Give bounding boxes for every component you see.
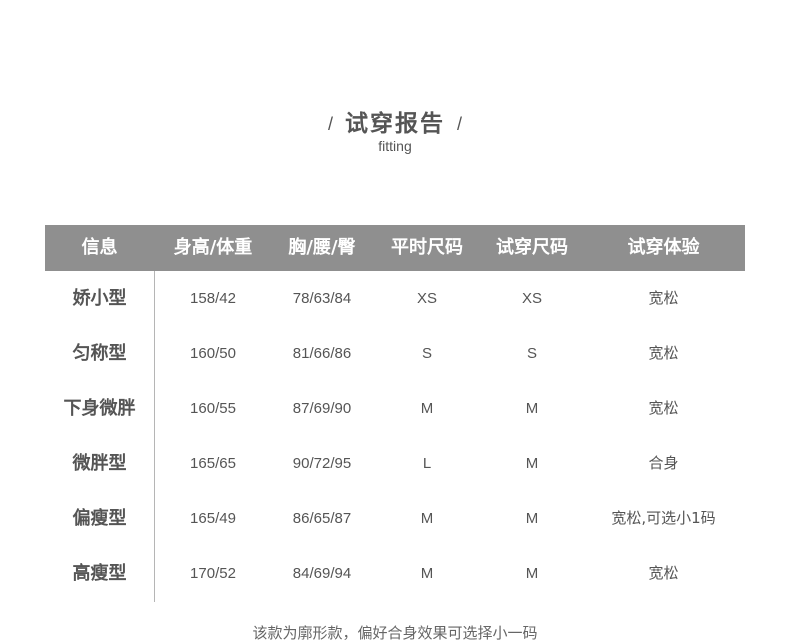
height-weight: 165/49 [190,510,236,527]
height-weight: 160/50 [190,345,236,362]
height-weight: 170/52 [190,565,236,582]
height-weight: 158/42 [190,290,236,307]
header-experience: 试穿体验 [627,237,700,258]
tried-size: M [525,400,539,417]
title-row: / 试穿报告 / [0,104,790,138]
tried-size: M [525,565,539,582]
tried-size: S [526,345,537,362]
fit-experience: 宽松,可选小1码 [611,509,716,527]
height-weight: 160/55 [190,400,236,417]
tried-size: M [525,455,539,472]
table-row: 娇小型 158/42 78/63/84 XS XS 宽松 [45,271,745,326]
title-right-slash: / [457,113,463,134]
body-type: 娇小型 [72,288,127,309]
fit-experience: 宽松 [648,344,679,362]
measurements: 81/66/86 [292,345,352,362]
body-type: 微胖型 [72,453,127,474]
usual-size: M [420,510,434,527]
measurements: 84/69/94 [292,565,352,582]
tried-size: XS [521,290,542,307]
table-row: 偏瘦型 165/49 86/65/87 M M 宽松,可选小1码 [45,491,745,546]
header-usual-size: 平时尺码 [391,237,463,258]
header-measurements: 胸/腰/臀 [288,237,356,258]
body-type: 匀称型 [72,343,127,364]
usual-size: XS [416,290,437,307]
measurements: 78/63/84 [292,290,352,307]
header-info: 信息 [81,237,118,258]
fit-experience: 合身 [648,454,679,472]
title-left-slash: / [327,113,333,134]
measurements: 86/65/87 [292,510,352,527]
page-subtitle: fitting [378,138,412,154]
fit-experience: 宽松 [648,564,679,582]
header-height-weight: 身高/体重 [173,237,253,258]
tried-size: M [525,510,539,527]
usual-size: S [421,345,432,362]
usual-size: L [422,455,432,472]
table-header: 信息 身高/体重 胸/腰/臀 平时尺码 试穿尺码 试穿体验 [45,225,745,271]
fit-experience: 宽松 [648,289,679,307]
table-row: 下身微胖 160/55 87/69/90 M M 宽松 [45,381,745,436]
table-row: 匀称型 160/50 81/66/86 S S 宽松 [45,326,745,381]
table-row: 高瘦型 170/52 84/69/94 M M 宽松 [45,546,745,601]
height-weight: 165/65 [190,455,236,472]
page-title: 试穿报告 [345,111,445,137]
body-type: 偏瘦型 [72,508,127,529]
measurements: 87/69/90 [292,400,352,417]
size-note: 该款为廓形款，偏好合身效果可选择小一码 [252,624,538,642]
table-row: 微胖型 165/65 90/72/95 L M 合身 [45,436,745,491]
body-type: 高瘦型 [72,563,127,584]
header-tried-size: 试穿尺码 [496,237,568,258]
measurements: 90/72/95 [292,455,352,472]
usual-size: M [420,565,434,582]
body-type: 下身微胖 [63,398,136,419]
usual-size: M [420,400,434,417]
fit-experience: 宽松 [648,399,679,417]
fitting-report: / 试穿报告 / fitting 信息 身高/体重 胸/腰/臀 平时尺码 试穿尺… [0,0,790,644]
